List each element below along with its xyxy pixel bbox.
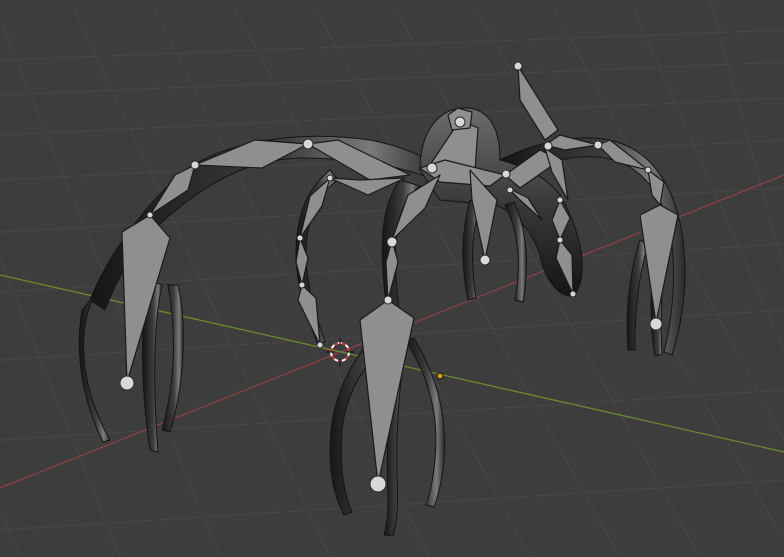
bone-mid-leg-left-d: [297, 284, 321, 346]
viewport-canvas[interactable]: [0, 0, 784, 557]
3d-viewport[interactable]: [0, 0, 784, 557]
bone-tail: [517, 65, 559, 141]
object-origin[interactable]: [436, 372, 444, 380]
armature[interactable]: [121, 65, 679, 485]
